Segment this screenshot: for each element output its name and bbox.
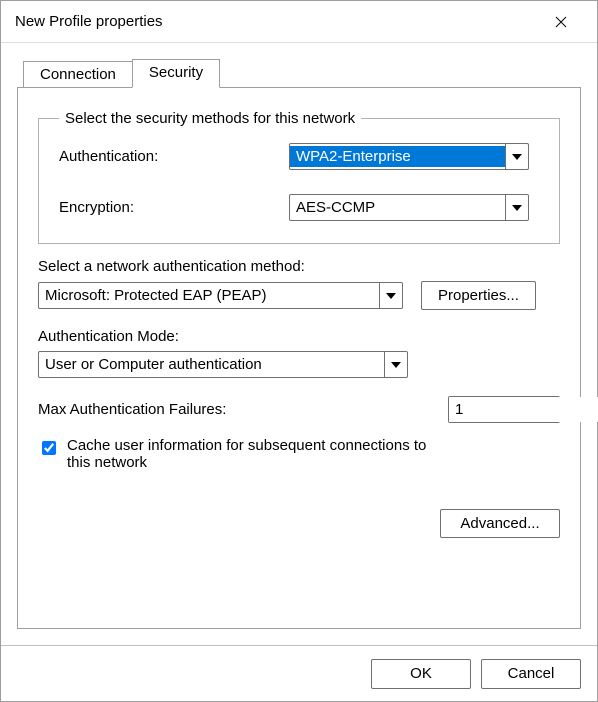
authentication-select[interactable]: WPA2-Enterprise	[289, 143, 529, 170]
cancel-button[interactable]: Cancel	[481, 659, 581, 689]
ok-button[interactable]: OK	[371, 659, 471, 689]
title-bar: New Profile properties	[1, 1, 597, 43]
auth-method-section: Select a network authentication method: …	[38, 258, 560, 310]
encryption-row: Encryption: AES-CCMP	[59, 194, 539, 221]
advanced-button[interactable]: Advanced...	[440, 509, 560, 538]
encryption-label: Encryption:	[59, 199, 289, 216]
auth-method-label: Select a network authentication method:	[38, 258, 560, 275]
client-area: Connection Security Select the security …	[1, 43, 597, 645]
security-methods-group: Select the security methods for this net…	[38, 110, 560, 244]
cache-row: Cache user information for subsequent co…	[38, 437, 560, 471]
auth-method-value: Microsoft: Protected EAP (PEAP)	[39, 285, 379, 306]
max-failures-input[interactable]	[449, 397, 598, 422]
cache-checkbox[interactable]	[42, 441, 56, 455]
dialog-button-bar: OK Cancel	[1, 645, 597, 701]
close-icon	[555, 16, 567, 28]
authentication-label: Authentication:	[59, 148, 289, 165]
tab-page-security: Select the security methods for this net…	[17, 87, 581, 629]
auth-mode-select[interactable]: User or Computer authentication	[38, 351, 408, 378]
tab-strip: Connection Security	[17, 59, 581, 87]
cache-label: Cache user information for subsequent co…	[67, 437, 427, 471]
chevron-down-icon	[505, 195, 528, 220]
chevron-down-icon	[384, 352, 407, 377]
close-button[interactable]	[539, 1, 583, 43]
max-failures-spinner[interactable]	[448, 396, 560, 423]
authentication-value: WPA2-Enterprise	[290, 146, 505, 167]
window-title: New Profile properties	[15, 13, 539, 30]
auth-mode-value: User or Computer authentication	[39, 354, 384, 375]
authentication-row: Authentication: WPA2-Enterprise	[59, 143, 539, 170]
auth-method-select[interactable]: Microsoft: Protected EAP (PEAP)	[38, 282, 403, 309]
chevron-down-icon	[505, 144, 528, 169]
chevron-down-icon	[379, 283, 402, 308]
encryption-select[interactable]: AES-CCMP	[289, 194, 529, 221]
tab-connection[interactable]: Connection	[23, 61, 133, 87]
properties-button[interactable]: Properties...	[421, 281, 536, 310]
auth-mode-label: Authentication Mode:	[38, 328, 560, 345]
advanced-row: Advanced...	[38, 509, 560, 538]
max-failures-label: Max Authentication Failures:	[38, 401, 226, 418]
max-failures-row: Max Authentication Failures:	[38, 396, 560, 423]
auth-mode-section: Authentication Mode: User or Computer au…	[38, 328, 560, 378]
encryption-value: AES-CCMP	[290, 197, 505, 218]
tab-security[interactable]: Security	[132, 59, 220, 88]
group-legend: Select the security methods for this net…	[59, 110, 361, 127]
dialog-window: New Profile properties Connection Securi…	[0, 0, 598, 702]
